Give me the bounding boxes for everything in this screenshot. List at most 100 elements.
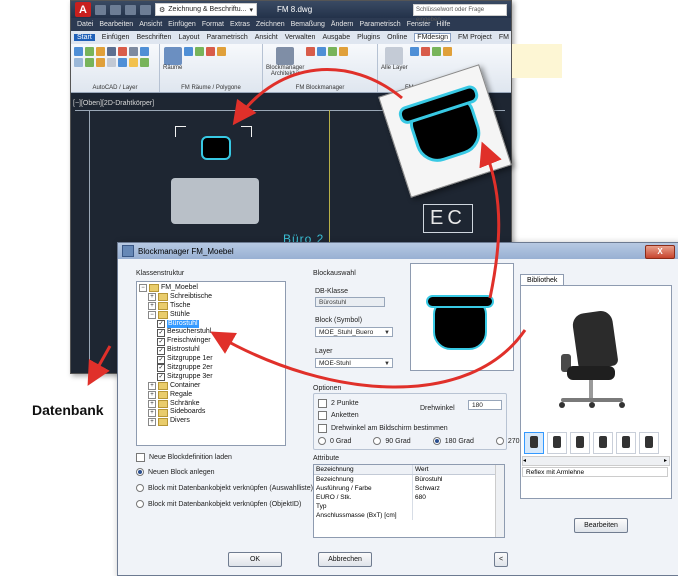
thumbnail-chair[interactable] (639, 432, 659, 454)
tab-ausgabe[interactable]: Ausgabe (322, 34, 350, 41)
thumbnail-chair[interactable] (524, 432, 544, 454)
table-row[interactable]: Bezeichnung Bürostuhl (314, 475, 504, 484)
view-label[interactable]: [−][Oben][2D-Drahtkörper] (73, 100, 154, 107)
layer-select[interactable]: MOE-Stuhl ▼ (315, 358, 393, 368)
mirror-icon[interactable] (74, 58, 83, 67)
undo-icon[interactable] (140, 4, 151, 15)
freeze-icon[interactable] (140, 58, 149, 67)
desk-block[interactable] (171, 178, 259, 224)
class-tree[interactable]: − FM_Moebel + Schreibtische + Tische − Stühle ✓ B… (136, 281, 286, 446)
thumbnail-scrollbar[interactable]: ◂ ▸ (522, 456, 670, 466)
area-icon[interactable] (195, 47, 205, 56)
expand-icon[interactable]: + (148, 417, 156, 426)
link-icon[interactable] (339, 47, 349, 56)
expand-icon[interactable]: + (148, 293, 156, 302)
sun-icon[interactable] (129, 58, 138, 67)
erase-icon[interactable] (118, 47, 127, 56)
radio-grad[interactable]: 90 Grad (373, 437, 411, 445)
tree-item[interactable]: + Tische (139, 302, 283, 311)
polygon-icon[interactable] (184, 47, 194, 56)
workspace-selector[interactable]: ⚙ Zeichnung & Beschriftu... ▾ (155, 3, 258, 16)
tab-beschriften[interactable]: Beschriften (136, 34, 171, 41)
scroll-right-icon[interactable]: ▸ (664, 457, 667, 465)
menu-item[interactable]: Format (202, 21, 224, 28)
attribute-scrollbar[interactable] (495, 465, 504, 537)
tab-fm-mod[interactable]: FM Mod (499, 34, 511, 41)
column-header-bezeichnung[interactable]: Bezeichnung (314, 465, 413, 474)
checkbox-icon[interactable]: ✓ (157, 328, 165, 337)
move-icon[interactable] (129, 47, 138, 56)
checkbox-icon[interactable]: ✓ (157, 346, 165, 355)
layer-icon[interactable] (74, 47, 83, 56)
tab-layout[interactable]: Layout (178, 34, 199, 41)
radio-link-id[interactable]: Block mit Datenbankobjekt verknüpfen (Ob… (136, 500, 301, 508)
bearbeiten-button[interactable]: Bearbeiten (574, 518, 628, 533)
tab-start[interactable]: Start (74, 34, 95, 41)
thumbnail-chair[interactable] (547, 432, 567, 454)
tree-item[interactable]: ✓ Bistrostuhl (139, 346, 283, 355)
tab-plugins[interactable]: Plugins (357, 34, 380, 41)
table-row[interactable]: Ausführung / Farbe Schwarz (314, 484, 504, 493)
checkbox-icon[interactable]: ✓ (157, 364, 165, 373)
blockmanager-button[interactable]: Blockmanager Architektur (266, 47, 304, 77)
checkbox-icon[interactable]: ✓ (157, 337, 165, 346)
checkbox-icon[interactable]: ✓ (157, 355, 165, 364)
block-select[interactable]: MOE_Stuhl_Buero ▼ (315, 327, 393, 337)
raeume-button[interactable]: Räume (163, 47, 182, 71)
tree-item[interactable]: − Stühle (139, 311, 283, 320)
tree-item[interactable]: ✓ Freischwinger (139, 337, 283, 346)
new-icon[interactable] (95, 4, 106, 15)
neu-laden-checkbox[interactable]: Neue Blockdefinition laden (136, 453, 232, 462)
checkbox-icon[interactable]: ✓ (157, 320, 165, 328)
close-button[interactable]: X (645, 245, 675, 259)
checkbox-icon[interactable]: ✓ (157, 373, 165, 382)
expand-icon[interactable]: + (148, 382, 156, 391)
polyline-icon[interactable] (96, 47, 105, 56)
tree-item[interactable]: ✓ Besucherstuhl (139, 328, 283, 337)
light-icon[interactable] (118, 58, 127, 67)
attribute-value[interactable] (413, 502, 495, 511)
expand-icon[interactable]: + (148, 408, 156, 417)
opt-drehwinkel-bildschirm-checkbox[interactable]: Drehwinkel am Bildschirm bestimmen (318, 424, 448, 433)
menu-item[interactable]: Ändern (331, 21, 354, 28)
tab-verwalten[interactable]: Verwalten (285, 34, 316, 41)
expand-icon[interactable]: + (148, 302, 156, 311)
tree-item[interactable]: + Schränke (139, 400, 283, 409)
radio-new-block[interactable]: Neuen Block anlegen (136, 468, 215, 476)
tree-item[interactable]: − FM_Moebel (139, 284, 283, 293)
opt-ankette-checkbox[interactable]: Anketten (318, 411, 359, 420)
menu-item[interactable]: Datei (77, 21, 93, 28)
menu-item[interactable]: Extras (230, 21, 250, 28)
drehwinkel-input[interactable]: 180 (468, 400, 502, 410)
ok-button[interactable]: OK (228, 552, 282, 567)
attribute-value[interactable]: Schwarz (413, 484, 495, 493)
table-row[interactable]: Anschlussmasse (BxT) [cm] (314, 511, 504, 520)
tree-item[interactable]: ✓ Bürostuhl (139, 319, 283, 329)
tree-item[interactable]: + Schreibtische (139, 293, 283, 302)
tab-fmdesign[interactable]: FMdesign (414, 33, 452, 42)
table-row[interactable]: Typ (314, 502, 504, 511)
isolate-icon[interactable] (442, 47, 452, 56)
tab-ansicht[interactable]: Ansicht (255, 34, 278, 41)
tree-item[interactable]: + Regale (139, 391, 283, 400)
expand-icon[interactable]: + (148, 400, 156, 409)
tree-item[interactable]: + Divers (139, 417, 283, 426)
attribute-value[interactable] (413, 511, 495, 520)
attribute-value[interactable]: Bürostuhl (413, 475, 495, 484)
copy-icon[interactable] (140, 47, 149, 56)
tab-einf-gen[interactable]: Einfügen (102, 34, 130, 41)
menu-item[interactable]: Ansicht (139, 21, 162, 28)
tree-item[interactable]: ✓ Sitzgruppe 2er (139, 364, 283, 373)
table-row[interactable]: EURO / Stk. 680 (314, 493, 504, 502)
chair-block[interactable] (201, 136, 231, 160)
menu-item[interactable]: Zeichnen (256, 21, 285, 28)
filter-icon[interactable] (431, 47, 441, 56)
column-header-wert[interactable]: Wert (413, 465, 495, 474)
opt-2punkte-checkbox[interactable]: 2 Punkte (318, 399, 359, 408)
help-search-input[interactable]: Schlüsselwort oder Frage eingeben (413, 3, 507, 23)
menu-item[interactable]: Fenster (407, 21, 431, 28)
label-icon[interactable] (217, 47, 227, 56)
tree-item[interactable]: + Sideboards (139, 408, 283, 417)
thumbnail-chair[interactable] (570, 432, 590, 454)
scale-icon[interactable] (96, 58, 105, 67)
